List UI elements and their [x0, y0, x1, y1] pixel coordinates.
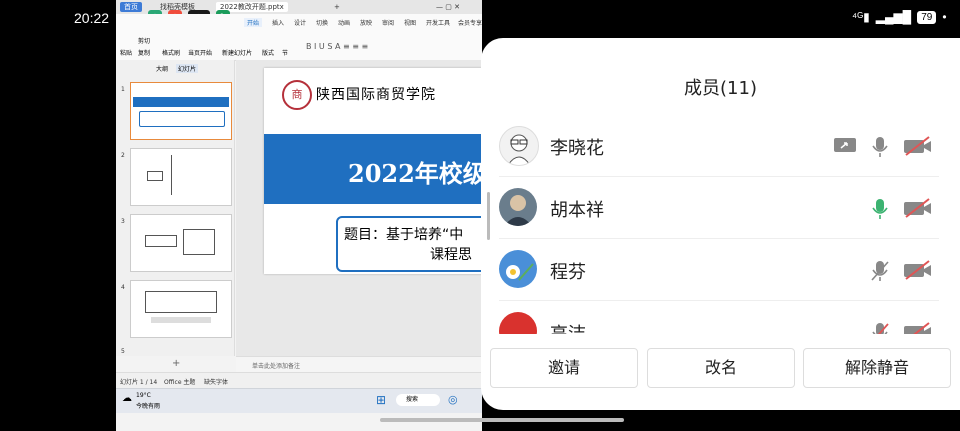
slide-thumbnail[interactable] — [130, 82, 232, 140]
windows-taskbar: ☁ 19°C 今晚有雨 ⊞ 搜索 ◎ — [116, 388, 482, 413]
avatar — [499, 250, 537, 288]
weather-icon: ☁ — [122, 393, 132, 404]
layout-button[interactable]: 版式 — [262, 48, 274, 57]
subtitle-line2: 课程思 — [430, 247, 472, 263]
menu-transition[interactable]: 切换 — [316, 18, 328, 27]
slide-editor: 商 陕西国际商贸学院 2022年校级 题目：基于培养“中 课程思 — [236, 60, 482, 356]
new-slide-button[interactable]: 新建幻灯片 — [222, 48, 252, 57]
member-row[interactable]: 程芬 — [499, 238, 939, 301]
paste-button[interactable]: 粘贴 — [120, 48, 132, 57]
member-name: 高洁 — [550, 320, 586, 334]
cut-button[interactable]: 剪切 — [138, 36, 150, 45]
microphone-icon[interactable] — [871, 136, 889, 158]
home-indicator[interactable] — [380, 418, 624, 422]
avatar — [499, 312, 537, 334]
subtitle-line1: 题目：基于培养“中 — [344, 227, 464, 243]
panel-title: 成员(11) — [684, 78, 757, 99]
menu-insert[interactable]: 插入 — [272, 18, 284, 27]
slide-thumbnail[interactable] — [130, 280, 232, 338]
menu-view[interactable]: 视图 — [404, 18, 416, 27]
slide-number: 1 — [121, 86, 125, 93]
member-name: 胡本祥 — [550, 200, 604, 221]
invite-button[interactable]: 邀请 — [490, 348, 638, 388]
weather-temp: 19°C — [136, 392, 151, 399]
notification-dot-icon: • — [942, 10, 947, 24]
slide-number: 3 — [121, 218, 125, 225]
menu-start[interactable]: 开始 — [244, 18, 263, 27]
slide-title: 2022年校级 — [348, 159, 482, 188]
status-time: 20:22 — [74, 10, 110, 26]
ribbon-toolbar: 粘贴 剪切 复制 格式刷 当页开始 新建幻灯片 版式 节 B I U S A ≡… — [116, 30, 482, 61]
slide-number: 5 — [121, 348, 125, 355]
rename-button[interactable]: 改名 — [647, 348, 795, 388]
slide-thumbnail[interactable] — [130, 148, 232, 206]
current-slide[interactable]: 商 陕西国际商贸学院 2022年校级 题目：基于培养“中 课程思 — [264, 68, 482, 274]
theme-name: Office 主题 — [164, 379, 196, 386]
shared-screen: 首页 找稻壳模板 2022教改开题.pptx + — ▢ ✕ ◉ ◉ ◇ ✎ 开… — [116, 0, 482, 431]
slide-number: 4 — [121, 284, 125, 291]
member-name: 程芬 — [550, 262, 586, 283]
status-icons: ⁴ᴳ▮ ▂▄▆█ 79 • — [852, 10, 947, 24]
notes-area[interactable]: 单击此处添加备注 — [236, 356, 482, 373]
app-status-line: 幻灯片 1 / 14 Office 主题 缺失字体 — [116, 372, 482, 389]
window-controls[interactable]: — ▢ ✕ — [432, 2, 464, 12]
format-painter-button[interactable]: 格式刷 — [162, 48, 180, 57]
camera-off-icon[interactable] — [903, 198, 933, 218]
copy-button[interactable]: 复制 — [138, 48, 150, 57]
slide-thumbnail[interactable] — [130, 214, 232, 272]
members-panel: 成员(11) 李晓花 胡本祥 程芬 高洁 邀请 改名 解除静音 — [481, 38, 960, 410]
slide-thumbnail-pane: 大纲 幻灯片 1 2 3 4 5 + — [116, 60, 235, 369]
microphone-muted-icon[interactable] — [871, 260, 889, 282]
avatar — [499, 126, 539, 166]
windows-start-icon[interactable]: ⊞ — [376, 393, 386, 407]
slide-count: 幻灯片 1 / 14 — [120, 379, 158, 386]
font-format-icons[interactable]: B I U S A ≡ ≡ ≡ — [306, 42, 368, 51]
panel-scrollbar[interactable] — [487, 192, 490, 240]
weather-desc: 今晚有雨 — [136, 403, 161, 410]
member-name: 李晓花 — [550, 138, 604, 159]
add-slide-icon[interactable]: + — [172, 358, 180, 369]
camera-off-icon[interactable] — [903, 260, 933, 280]
taskbar-search[interactable]: 搜索 — [396, 394, 440, 406]
menu-animation[interactable]: 动画 — [338, 18, 350, 27]
school-name: 陕西国际商贸学院 — [316, 87, 436, 103]
unmute-all-button[interactable]: 解除静音 — [803, 348, 951, 388]
camera-off-icon[interactable] — [903, 322, 933, 334]
menu-bar: 开始 插入 设计 切换 动画 放映 审阅 视图 开发工具 会员专享 — [116, 14, 482, 30]
microphone-muted-icon[interactable] — [871, 322, 889, 334]
menu-review[interactable]: 审阅 — [382, 18, 394, 27]
signal-icon: ▂▄▆█ — [875, 10, 912, 24]
tab-home[interactable]: 首页 — [120, 2, 142, 12]
member-row[interactable]: 胡本祥 — [499, 176, 939, 239]
hd-signal-icon: ⁴ᴳ▮ — [852, 10, 870, 24]
avatar — [499, 188, 537, 226]
camera-off-icon[interactable] — [903, 136, 933, 156]
school-logo-icon: 商 — [282, 80, 312, 110]
missing-font[interactable]: 缺失字体 — [204, 377, 228, 386]
section-button[interactable]: 节 — [282, 48, 288, 57]
member-row[interactable]: 高洁 — [499, 300, 939, 334]
menu-slideshow[interactable]: 放映 — [360, 18, 372, 27]
screen-share-icon — [834, 138, 856, 152]
member-row[interactable]: 李晓花 — [499, 114, 939, 177]
notes-placeholder: 单击此处添加备注 — [252, 363, 301, 370]
new-tab-icon[interactable]: + — [330, 2, 344, 12]
battery-icon: 79 — [917, 10, 937, 24]
tab-slides[interactable]: 幻灯片 — [176, 64, 199, 73]
menu-member[interactable]: 会员专享 — [458, 18, 482, 27]
slide-number: 2 — [121, 152, 125, 159]
menu-developer[interactable]: 开发工具 — [426, 18, 450, 27]
menu-design[interactable]: 设计 — [294, 18, 306, 27]
edge-icon[interactable]: ◎ — [448, 393, 458, 406]
play-current-button[interactable]: 当页开始 — [188, 48, 212, 57]
tab-outline[interactable]: 大纲 — [156, 64, 168, 73]
microphone-on-icon[interactable] — [871, 198, 889, 220]
